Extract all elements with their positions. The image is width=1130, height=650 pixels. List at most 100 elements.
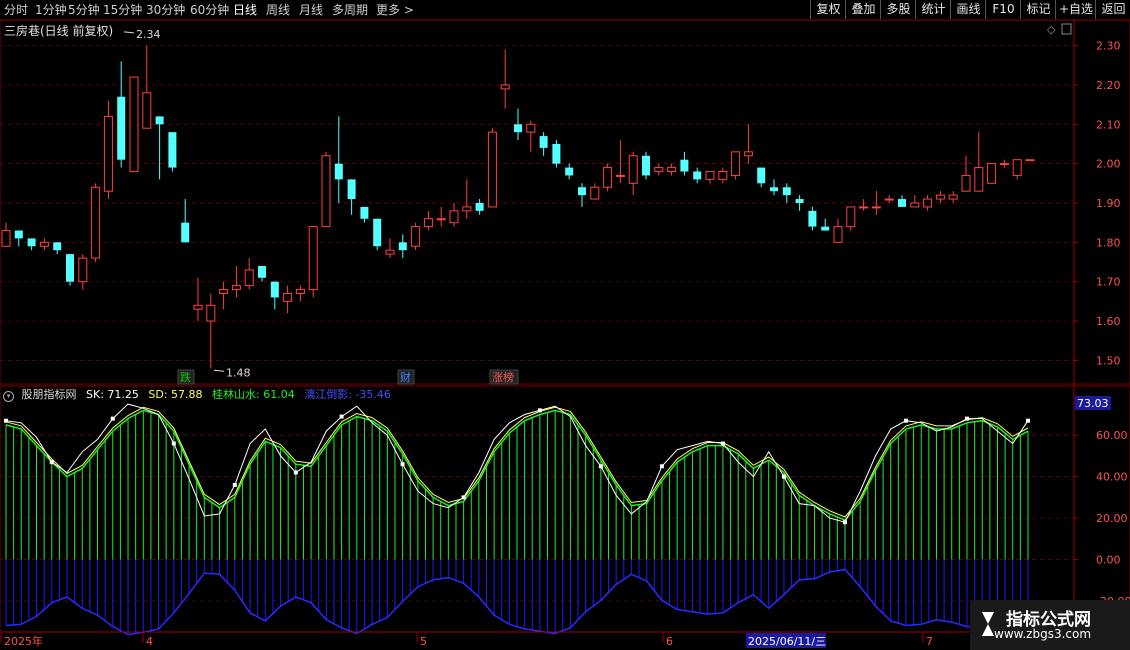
- signal-marker: [4, 418, 8, 423]
- candle-up: [526, 123, 536, 133]
- candle-down: [565, 167, 574, 176]
- candle-up: [39, 241, 49, 247]
- candle-up: [436, 218, 446, 221]
- candle-up: [1025, 159, 1035, 162]
- high-marker: [123, 31, 135, 34]
- indicator-tick-label: 0.00: [1096, 554, 1121, 567]
- signal-marker: [293, 470, 298, 475]
- candle-down: [475, 202, 484, 211]
- date-label-2: 5: [420, 635, 427, 648]
- candle-down: [514, 124, 522, 133]
- candle-up: [385, 249, 395, 255]
- signal-marker: [964, 416, 969, 421]
- candle-up: [231, 285, 241, 291]
- chart-canvas[interactable]: 2.30 2.20 2.10 2.00 1.90 1.80 1.70 1.60 1.50 ◇ 2.3…: [0, 0, 1130, 650]
- candle-up: [590, 186, 600, 200]
- candle-down: [373, 218, 382, 247]
- candle-up: [91, 186, 101, 259]
- event-tag-1: 财: [400, 370, 411, 384]
- price-tick-label: 1.60: [1096, 315, 1121, 328]
- candle-down: [53, 242, 62, 251]
- candle-up: [846, 206, 856, 228]
- candle-up: [295, 289, 305, 294]
- candle-down: [66, 254, 74, 282]
- candle-up: [206, 304, 216, 322]
- signal-marker: [537, 408, 542, 413]
- date-label-1: 4: [146, 635, 153, 648]
- candle-up: [859, 206, 869, 209]
- candle-up: [449, 210, 459, 224]
- price-tick-label: 1.50: [1096, 354, 1121, 367]
- signal-marker: [903, 418, 908, 423]
- candle-up: [283, 292, 293, 302]
- price-tick-label: 2.00: [1096, 158, 1121, 171]
- price-tick-label: 1.70: [1096, 276, 1121, 289]
- candle-up: [487, 131, 497, 208]
- candle-up: [923, 198, 933, 208]
- candle-up: [935, 194, 945, 200]
- candle-down: [334, 163, 343, 180]
- price-tick-label: 2.30: [1096, 40, 1121, 53]
- date-label-4: 7: [926, 635, 933, 648]
- candle-up: [948, 194, 958, 200]
- indicator-tick-label: 60.00: [1096, 429, 1128, 442]
- signal-marker: [720, 441, 725, 446]
- candle-down: [693, 171, 702, 180]
- candle-up: [411, 226, 421, 247]
- candle-up: [193, 304, 203, 310]
- candle-down: [258, 265, 266, 278]
- indicator-tick-label: 40.00: [1096, 471, 1128, 484]
- candle-up: [1, 230, 11, 247]
- candle-down: [770, 187, 778, 192]
- low-marker: [213, 369, 225, 372]
- candle-down: [155, 116, 164, 125]
- panel-scroll-icon: [1061, 23, 1072, 35]
- candle-down: [360, 206, 369, 219]
- current-value-label: 73.03: [1077, 397, 1109, 410]
- candle-down: [181, 222, 190, 243]
- candle-up: [423, 218, 433, 228]
- candle-up: [987, 163, 997, 184]
- signal-marker: [400, 462, 405, 467]
- candle-up: [321, 155, 331, 228]
- candle-up: [1012, 159, 1022, 176]
- price-tick-label: 2.20: [1096, 79, 1121, 92]
- candle-up: [603, 167, 613, 188]
- price-tick-label: 1.90: [1096, 197, 1121, 210]
- signal-marker: [659, 464, 664, 469]
- candle-down: [821, 226, 830, 231]
- candle-up: [731, 151, 741, 176]
- price-tick-label: 1.80: [1096, 236, 1121, 249]
- candle-down: [14, 230, 23, 239]
- candle-up: [615, 174, 625, 177]
- high-label: 2.34: [136, 28, 161, 41]
- candle-down: [398, 242, 407, 251]
- candle-down: [270, 281, 279, 298]
- watermark-url: www.zbgs3.com: [994, 627, 1092, 641]
- candle-up: [974, 167, 984, 192]
- signal-marker: [461, 495, 466, 500]
- candle-down: [642, 155, 650, 176]
- signal-marker: [232, 482, 237, 487]
- candle-down: [898, 199, 906, 207]
- candle-down: [27, 238, 36, 247]
- candle-up: [103, 115, 113, 192]
- candle-up: [833, 226, 843, 243]
- diamond-icon: ◇: [1047, 23, 1056, 36]
- candle-up: [654, 167, 664, 173]
- date-label-0: 2025年: [4, 634, 43, 648]
- candle-up: [910, 202, 920, 208]
- candle-up: [129, 76, 139, 173]
- candle-up: [308, 226, 318, 291]
- candle-up: [244, 269, 254, 287]
- price-tick-label: 2.10: [1096, 118, 1121, 131]
- candle-up: [884, 198, 894, 201]
- signal-marker: [339, 414, 344, 419]
- candle-down: [680, 159, 689, 172]
- signal-marker: [110, 416, 115, 421]
- candle-up: [500, 84, 510, 90]
- watermark-logo: 指标公式网 www.zbgs3.com: [970, 600, 1130, 650]
- price-panel-frame: [0, 19, 1130, 385]
- candle-down: [578, 187, 586, 196]
- signal-marker: [598, 464, 603, 469]
